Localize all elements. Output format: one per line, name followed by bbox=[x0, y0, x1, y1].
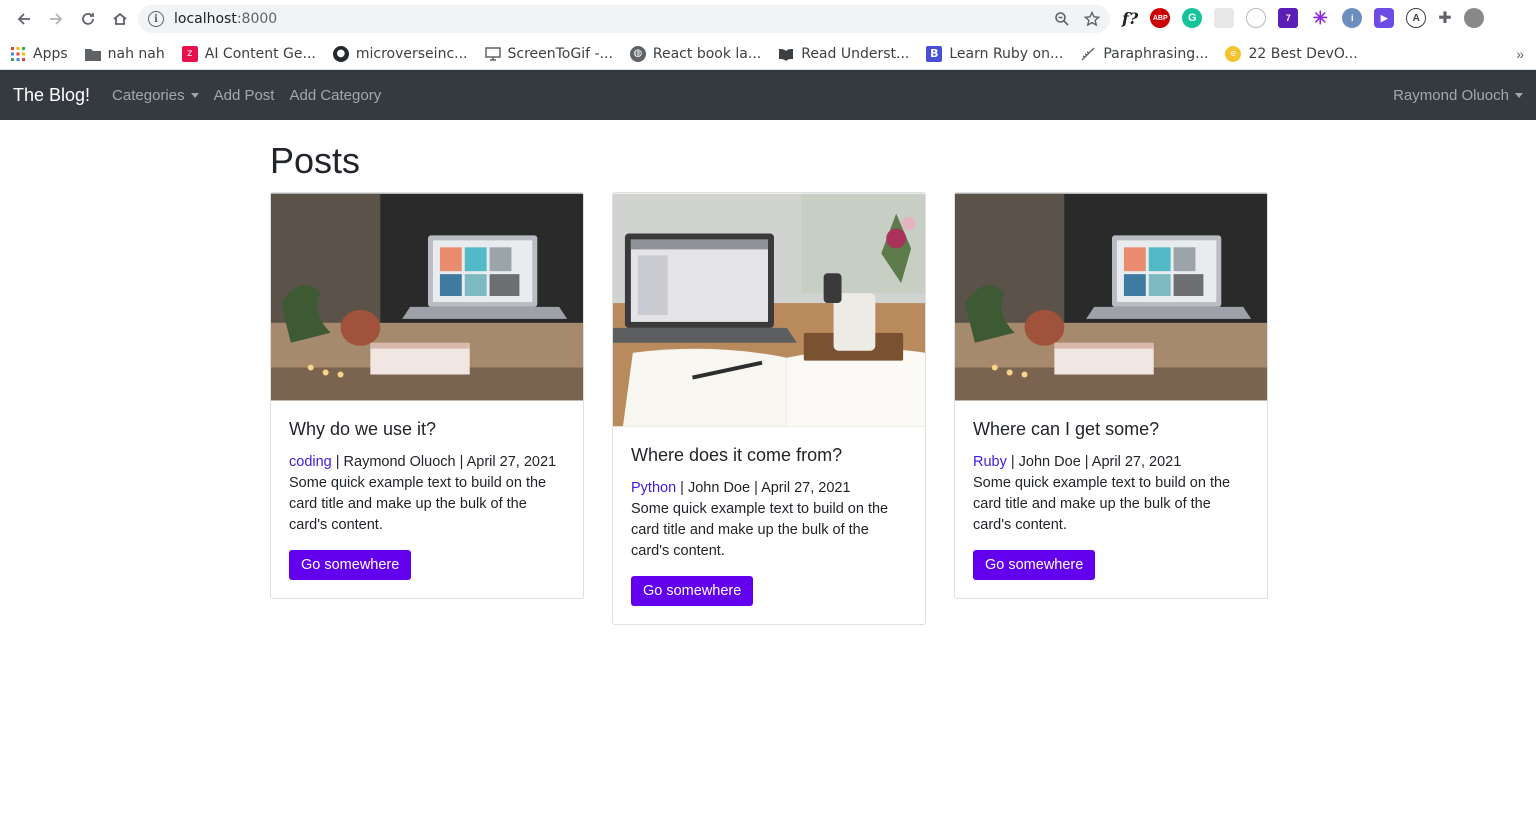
bookmark-item[interactable]: Apps bbox=[10, 46, 68, 62]
bookmark-item[interactable]: Read Underst... bbox=[778, 46, 909, 62]
user-name: Raymond Oluoch bbox=[1393, 86, 1509, 104]
main-content: Posts Why do we use it? coding | Raymond… bbox=[268, 140, 1268, 626]
extensions-bar: f? ABP G 7 ✳ i ▶ A ✚ bbox=[1122, 8, 1484, 28]
globe-icon: ◍ bbox=[629, 45, 646, 62]
post-meta: Python | John Doe | April 27, 2021 bbox=[631, 478, 907, 499]
bookmarks-bar: Apps nah nah z AI Content Ge... ● microv… bbox=[0, 38, 1536, 70]
extension-circle-icon[interactable] bbox=[1246, 8, 1267, 28]
bookmark-item[interactable]: ● microverseinc... bbox=[332, 45, 468, 62]
home-icon[interactable] bbox=[104, 3, 136, 35]
zoom-icon[interactable] bbox=[1054, 11, 1070, 27]
bookmark-label: Read Underst... bbox=[801, 45, 910, 62]
category-link[interactable]: Python bbox=[631, 480, 676, 496]
bookmark-label: 22 Best DevO... bbox=[1248, 45, 1358, 62]
bookmark-item[interactable]: Paraphrasing... bbox=[1080, 46, 1208, 62]
bookmark-label: Apps bbox=[33, 45, 68, 62]
caret-down-icon bbox=[190, 92, 199, 98]
categories-dropdown[interactable]: Categories bbox=[112, 87, 199, 104]
post-card: Where does it come from? Python | John D… bbox=[612, 191, 926, 626]
laptop-desk-image bbox=[955, 193, 1267, 401]
reload-icon[interactable] bbox=[72, 3, 104, 35]
more-bookmarks-icon[interactable]: » bbox=[1516, 46, 1524, 62]
forward-icon[interactable] bbox=[40, 3, 72, 35]
category-link[interactable]: Ruby bbox=[973, 454, 1007, 470]
post-excerpt: Some quick example text to build on the … bbox=[973, 475, 1231, 534]
adblock-icon[interactable]: ABP bbox=[1150, 8, 1171, 28]
bookmark-star-icon[interactable] bbox=[1084, 11, 1100, 27]
go-somewhere-button[interactable]: Go somewhere bbox=[973, 550, 1096, 581]
post-meta: Ruby | John Doe | April 27, 2021 bbox=[973, 452, 1249, 473]
card-body: Why do we use it? coding | Raymond Oluoc… bbox=[271, 401, 583, 599]
sparkle-extension-icon[interactable]: ✳ bbox=[1310, 8, 1330, 28]
bookmark-item[interactable]: ScreenToGif -... bbox=[484, 45, 613, 62]
bookmark-label: AI Content Ge... bbox=[204, 45, 316, 62]
folder-icon bbox=[84, 46, 101, 62]
zety-icon: z bbox=[181, 45, 198, 62]
go-somewhere-button[interactable]: Go somewhere bbox=[289, 550, 412, 581]
bookmark-label: React book la... bbox=[652, 45, 762, 62]
post-title: Where can I get some? bbox=[973, 418, 1160, 439]
ocr-extension-icon[interactable]: i bbox=[1342, 8, 1363, 28]
a-extension-icon[interactable]: A bbox=[1406, 8, 1427, 28]
bookmark-label: ScreenToGif -... bbox=[507, 45, 613, 62]
card-body: Where does it come from? Python | John D… bbox=[613, 427, 925, 625]
categories-label: Categories bbox=[112, 86, 185, 104]
book-icon bbox=[778, 46, 794, 62]
back-icon[interactable] bbox=[8, 3, 40, 35]
post-excerpt: Some quick example text to build on the … bbox=[289, 475, 547, 534]
bookmark-item[interactable]: ◍ React book la... bbox=[629, 45, 762, 62]
post-excerpt: Some quick example text to build on the … bbox=[631, 501, 889, 560]
bookmark-item[interactable]: B Learn Ruby on... bbox=[926, 45, 1064, 62]
devo-icon: e bbox=[1225, 45, 1242, 62]
caret-down-icon bbox=[1515, 92, 1523, 98]
card-body: Where can I get some? Ruby | John Doe | … bbox=[955, 401, 1267, 599]
add-category-link[interactable]: Add Category bbox=[289, 87, 381, 104]
app-navbar: The Blog! Categories Add Post Add Catego… bbox=[0, 70, 1536, 120]
post-title: Where does it come from? bbox=[631, 444, 843, 465]
bookmark-item[interactable]: e 22 Best DevO... bbox=[1225, 45, 1358, 62]
browser-toolbar: i localhost:8000 f? ABP G 7 ✳ i ▶ A ✚ bbox=[0, 0, 1536, 38]
puzzle-extensions-icon[interactable]: ✚ bbox=[1438, 8, 1451, 28]
brand-link[interactable]: The Blog! bbox=[13, 85, 90, 106]
profile-avatar[interactable] bbox=[1463, 8, 1484, 28]
user-dropdown[interactable]: Raymond Oluoch bbox=[1393, 87, 1523, 104]
bookmark-item[interactable]: nah nah bbox=[84, 45, 165, 62]
post-card: Why do we use it? coding | Raymond Oluoc… bbox=[270, 191, 584, 600]
post-author-date: | John Doe | April 27, 2021 bbox=[1006, 454, 1182, 471]
zoom-extension-icon[interactable]: ▶ bbox=[1374, 8, 1395, 28]
fonts-extension-icon[interactable]: f? bbox=[1122, 9, 1138, 28]
post-meta: coding | Raymond Oluoch | April 27, 2021 bbox=[289, 452, 565, 473]
notebook-coffee-image bbox=[613, 193, 925, 427]
b-logo-icon: B bbox=[926, 45, 943, 62]
bookmark-label: nah nah bbox=[107, 45, 165, 62]
post-card: Where can I get some? Ruby | John Doe | … bbox=[954, 191, 1268, 600]
apps-grid-icon bbox=[10, 46, 26, 62]
posts-list: Why do we use it? coding | Raymond Oluoc… bbox=[270, 191, 1268, 626]
bookmark-label: Paraphrasing... bbox=[1103, 45, 1209, 62]
notification-extension-icon[interactable]: 7 bbox=[1278, 8, 1299, 28]
grammarly-icon[interactable]: G bbox=[1182, 8, 1203, 28]
address-bar[interactable]: i localhost:8000 bbox=[138, 5, 1110, 33]
post-author-date: | Raymond Oluoch | April 27, 2021 bbox=[331, 454, 557, 471]
bookmark-item[interactable]: z AI Content Ge... bbox=[181, 45, 316, 62]
site-info-icon[interactable]: i bbox=[148, 11, 164, 27]
monitor-icon bbox=[484, 46, 501, 62]
post-title: Why do we use it? bbox=[289, 418, 437, 439]
bookmark-label: microverseinc... bbox=[355, 45, 468, 62]
page-title: Posts bbox=[270, 140, 361, 181]
extension-square-icon[interactable] bbox=[1214, 8, 1235, 28]
url-text: localhost:8000 bbox=[174, 11, 278, 27]
add-post-link[interactable]: Add Post bbox=[214, 87, 275, 104]
category-link[interactable]: coding bbox=[289, 454, 332, 470]
laptop-desk-image bbox=[271, 193, 583, 401]
github-icon: ● bbox=[332, 45, 349, 62]
post-author-date: | John Doe | April 27, 2021 bbox=[676, 480, 851, 497]
bookmark-label: Learn Ruby on... bbox=[949, 45, 1064, 62]
quill-icon bbox=[1080, 46, 1096, 62]
go-somewhere-button[interactable]: Go somewhere bbox=[631, 576, 754, 607]
